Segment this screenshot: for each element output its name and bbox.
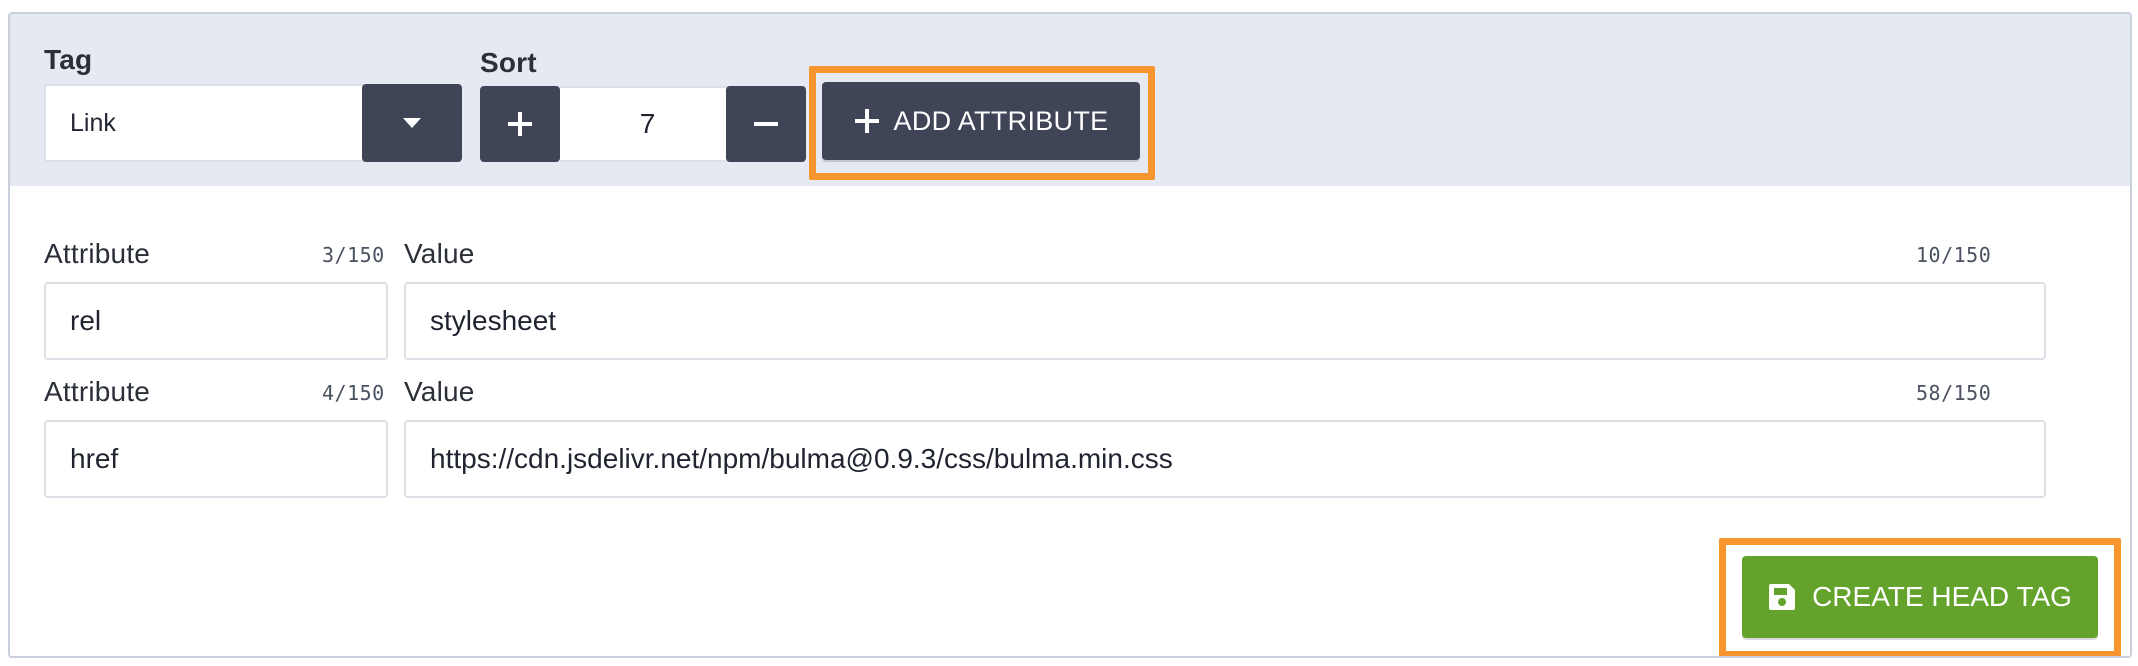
sort-increment-button[interactable] (480, 86, 560, 162)
value-input[interactable]: https://cdn.jsdelivr.net/npm/bulma@0.9.3… (404, 420, 2046, 498)
value-input[interactable]: stylesheet (404, 282, 2046, 360)
minus-icon (754, 122, 778, 126)
attribute-input[interactable]: rel (44, 282, 388, 360)
attribute-label: Attribute (44, 238, 151, 269)
attribute-char-counter: 4/150 (322, 381, 385, 405)
add-attribute-label: ADD ATTRIBUTE (893, 105, 1109, 136)
attribute-input[interactable]: href (44, 420, 388, 498)
tag-dropdown-button[interactable] (362, 84, 462, 162)
plus-icon (508, 112, 532, 136)
create-head-tag-label: CREATE HEAD TAG (1812, 581, 2072, 612)
value-label: Value (404, 238, 475, 269)
value-char-counter: 58/150 (1916, 381, 1992, 405)
sort-decrement-button[interactable] (726, 86, 806, 162)
tag-select-value[interactable]: Link (44, 84, 374, 162)
head-tag-form: Tag Link Sort 7 ADD ATTRIBUTE Attribute … (8, 12, 2132, 658)
plus-icon (854, 109, 879, 133)
value-char-counter: 10/150 (1916, 243, 1992, 267)
save-icon (1769, 584, 1796, 610)
sort-label: Sort (480, 47, 537, 78)
tag-label: Tag (44, 44, 93, 75)
create-head-tag-button[interactable]: CREATE HEAD TAG (1742, 556, 2098, 638)
value-label: Value (404, 376, 475, 407)
sort-input[interactable]: 7 (560, 86, 735, 162)
caret-down-icon (403, 118, 421, 128)
add-attribute-button[interactable]: ADD ATTRIBUTE (822, 82, 1140, 160)
attribute-label: Attribute (44, 376, 151, 407)
attribute-char-counter: 3/150 (322, 243, 385, 267)
